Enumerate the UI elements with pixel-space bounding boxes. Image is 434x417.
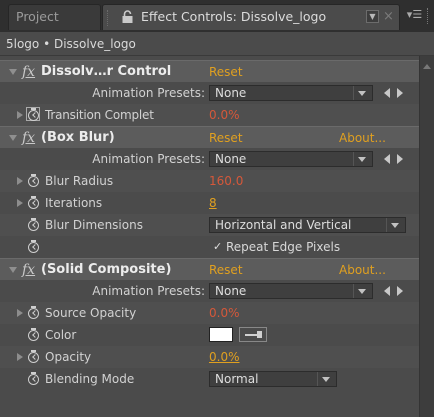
property-row-opacity: Opacity 0.0% xyxy=(0,346,419,368)
dropdown-value: Horizontal and Vertical xyxy=(215,218,352,232)
blur-radius-value[interactable]: 160.0 xyxy=(209,170,243,192)
previous-preset-icon[interactable] xyxy=(384,88,390,98)
fx-toggle-icon[interactable]: fx xyxy=(22,61,35,83)
fx-toggle-icon[interactable]: fx xyxy=(22,259,35,281)
stopwatch-icon[interactable] xyxy=(26,107,40,121)
effect-name: (Box Blur) xyxy=(41,130,115,145)
chevron-down-icon xyxy=(322,377,330,382)
dropdown-value: None xyxy=(215,152,247,166)
source-opacity-value[interactable]: 0.0% xyxy=(209,302,240,324)
reset-button[interactable]: Reset xyxy=(209,259,243,281)
expand-triangle-icon[interactable] xyxy=(9,69,17,75)
expand-triangle-icon[interactable] xyxy=(17,177,23,185)
tab-project-label: Project xyxy=(16,9,59,24)
animation-presets-label: Animation Presets: xyxy=(92,152,205,166)
animation-presets-row: Animation Presets: None xyxy=(0,148,419,170)
animation-presets-dropdown[interactable]: None xyxy=(209,85,373,101)
next-preset-icon[interactable] xyxy=(397,154,403,164)
dropdown-value: None xyxy=(215,284,247,298)
animation-presets-row: Animation Presets: None xyxy=(0,280,419,302)
animation-presets-row: Animation Presets: None xyxy=(0,82,419,104)
opacity-value[interactable]: 0.0% xyxy=(209,346,240,368)
fx-toggle-icon[interactable]: fx xyxy=(22,127,35,149)
property-row-repeat-edge: ✓ Repeat Edge Pixels xyxy=(0,236,419,258)
expand-triangle-icon[interactable] xyxy=(9,267,17,273)
property-label: Blur Radius xyxy=(45,174,114,188)
expand-triangle-icon[interactable] xyxy=(17,353,23,361)
property-label: Iterations xyxy=(45,196,103,210)
effect-name: Dissolv…r Control xyxy=(41,64,172,79)
animation-presets-dropdown[interactable]: None xyxy=(209,283,373,299)
expand-triangle-icon[interactable] xyxy=(9,135,17,141)
expand-triangle-icon[interactable] xyxy=(17,199,23,207)
close-icon[interactable]: × xyxy=(383,5,394,29)
layer-path: 5logo • Dissolve_logo xyxy=(0,32,434,56)
stopwatch-icon[interactable] xyxy=(28,328,40,341)
stopwatch-icon[interactable] xyxy=(28,350,40,363)
tab-effect-controls-label: Effect Controls: Dissolve_logo xyxy=(141,9,327,24)
animation-presets-dropdown[interactable]: None xyxy=(209,151,373,167)
tab-bar: Project Effect Controls: Dissolve_logo ▼… xyxy=(0,0,434,32)
stopwatch-icon[interactable] xyxy=(28,306,40,319)
tab-dropdown-icon[interactable]: ▼ xyxy=(366,10,379,23)
lock-icon[interactable] xyxy=(121,10,134,24)
expand-triangle-icon[interactable] xyxy=(17,111,23,119)
property-row-blending-mode: Blending Mode Normal xyxy=(0,368,419,390)
animation-presets-label: Animation Presets: xyxy=(92,86,205,100)
blur-dimensions-dropdown[interactable]: Horizontal and Vertical xyxy=(209,217,406,233)
effect-header-dissolve[interactable]: fx Dissolv…r Control Reset xyxy=(0,60,419,82)
property-row-transition: Transition Complet 0.0% xyxy=(0,104,419,126)
effect-header-box-blur[interactable]: fx (Box Blur) Reset About... xyxy=(0,126,419,148)
effect-controls-panel: Project Effect Controls: Dissolve_logo ▼… xyxy=(0,0,434,417)
chevron-down-icon xyxy=(358,157,366,162)
reset-button[interactable]: Reset xyxy=(209,127,243,149)
tab-effect-controls[interactable]: Effect Controls: Dissolve_logo ▼ × xyxy=(102,4,400,30)
property-label: Blending Mode xyxy=(45,372,135,386)
animation-presets-label: Animation Presets: xyxy=(92,284,205,298)
chevron-down-icon xyxy=(358,91,366,96)
repeat-edge-label: Repeat Edge Pixels xyxy=(226,240,341,254)
transition-value[interactable]: 0.0% xyxy=(209,104,240,126)
tab-grip-icon[interactable] xyxy=(107,10,110,26)
repeat-edge-checkbox[interactable]: ✓ xyxy=(213,241,224,252)
expand-triangle-icon[interactable] xyxy=(17,309,23,317)
about-link[interactable]: About... xyxy=(339,259,386,281)
property-row-color: Color xyxy=(0,324,419,346)
scroll-up-icon[interactable] xyxy=(423,64,431,69)
panel-edge-grip[interactable] xyxy=(427,8,431,24)
property-row-iterations: Iterations 8 xyxy=(0,192,419,214)
about-link[interactable]: About... xyxy=(339,127,386,149)
iterations-value[interactable]: 8 xyxy=(209,192,217,214)
chevron-down-icon xyxy=(391,223,399,228)
tab-project[interactable]: Project xyxy=(8,4,101,30)
blending-mode-dropdown[interactable]: Normal xyxy=(209,371,337,387)
effect-name: (Solid Composite) xyxy=(41,262,172,277)
property-row-blur-dimensions: Blur Dimensions Horizontal and Vertical xyxy=(0,214,419,236)
reset-button[interactable]: Reset xyxy=(209,61,243,83)
effect-header-solid-composite[interactable]: fx (Solid Composite) Reset About... xyxy=(0,258,419,280)
property-label: Source Opacity xyxy=(45,306,137,320)
next-preset-icon[interactable] xyxy=(397,286,403,296)
vertical-scrollbar[interactable] xyxy=(419,56,434,417)
property-row-source-opacity: Source Opacity 0.0% xyxy=(0,302,419,324)
property-label: Opacity xyxy=(45,350,92,364)
eyedropper-icon[interactable] xyxy=(239,327,267,342)
stopwatch-icon[interactable] xyxy=(28,174,40,187)
previous-preset-icon[interactable] xyxy=(384,154,390,164)
property-row-blur-radius: Blur Radius 160.0 xyxy=(0,170,419,192)
property-label: Color xyxy=(45,328,77,342)
dropdown-value: None xyxy=(215,86,247,100)
stopwatch-icon[interactable] xyxy=(28,372,40,385)
stopwatch-icon[interactable] xyxy=(28,218,40,231)
stopwatch-icon[interactable] xyxy=(28,196,40,209)
property-label: Transition Complet xyxy=(45,108,154,122)
previous-preset-icon[interactable] xyxy=(384,286,390,296)
stopwatch-icon[interactable] xyxy=(28,240,40,253)
color-swatch[interactable] xyxy=(209,327,233,342)
next-preset-icon[interactable] xyxy=(397,88,403,98)
chevron-down-icon xyxy=(358,289,366,294)
panel-menu-icon[interactable]: ▾☰ xyxy=(406,8,423,22)
property-label: Blur Dimensions xyxy=(45,218,143,232)
dropdown-value: Normal xyxy=(215,372,259,386)
